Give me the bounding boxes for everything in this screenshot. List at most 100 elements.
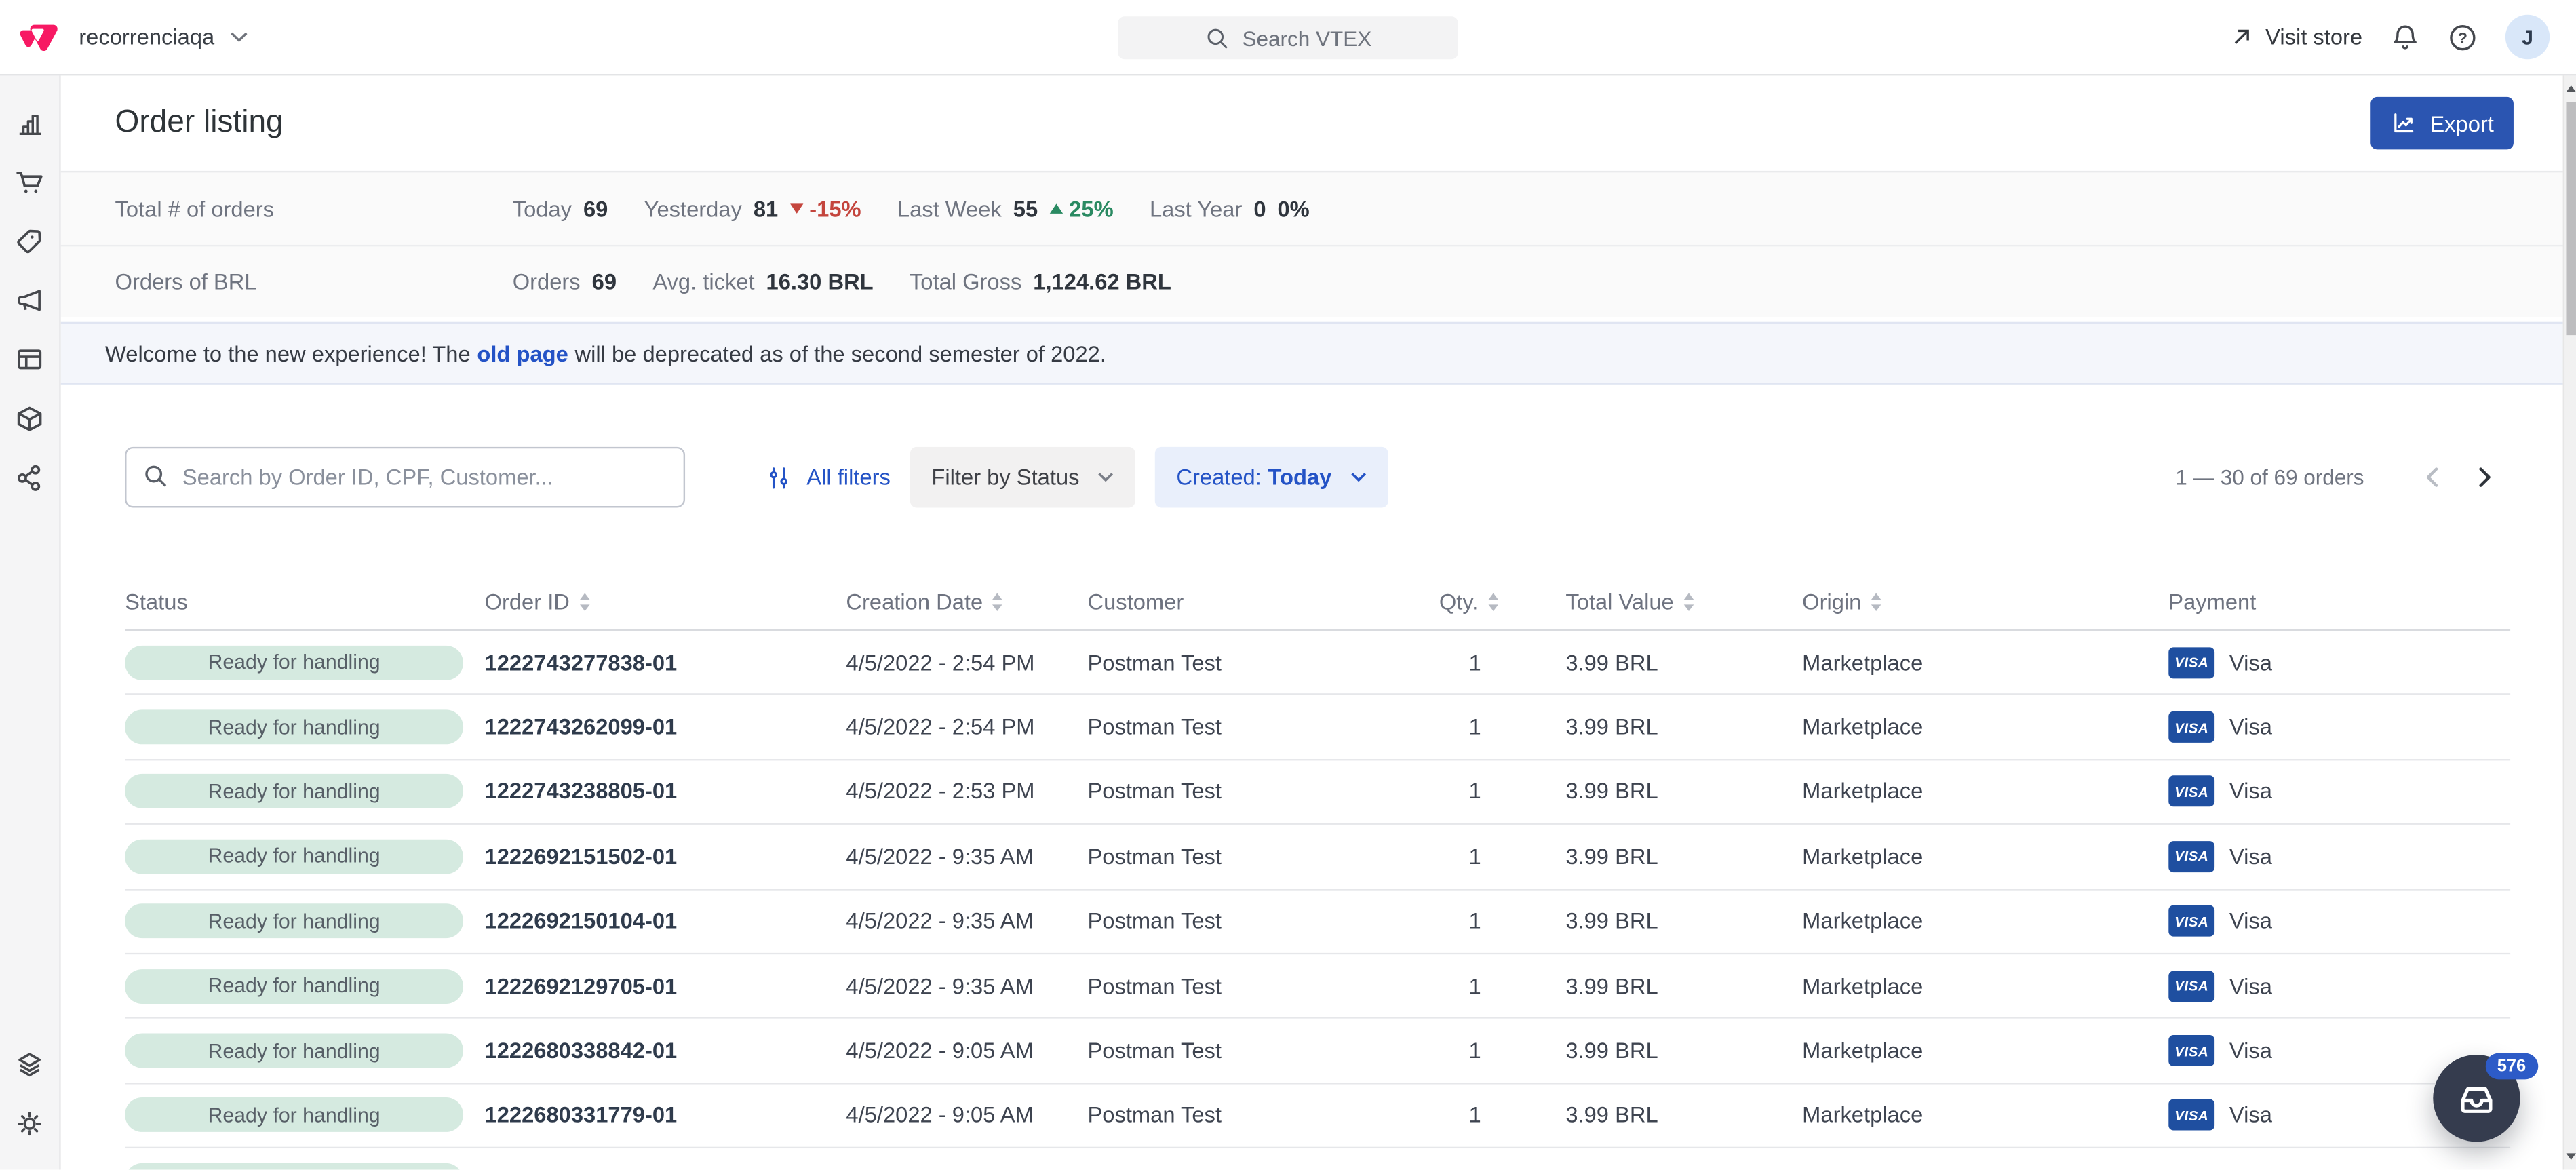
column-header-qty[interactable]: Qty. <box>1439 590 1566 615</box>
order-id: 1222680331779-01 <box>485 1103 846 1127</box>
sidebar-item-logistics-cube[interactable] <box>0 389 60 448</box>
account-switcher[interactable]: recorrenciaqa <box>79 24 247 49</box>
payment: VISAVisa <box>2168 971 2510 1002</box>
table-row[interactable]: Ready for handling 1222680338842-01 4/5/… <box>125 1019 2510 1084</box>
visa-icon: VISA <box>2168 905 2214 937</box>
table-row[interactable]: Ready for handling 1222743238805-01 4/5/… <box>125 760 2510 825</box>
stats-row-orders-brl: Orders of BRL Orders 69 Avg. ticket 16.3… <box>61 245 2563 317</box>
delta-down: -15% <box>789 196 861 220</box>
quantity: 1 <box>1439 1038 1566 1063</box>
scrollbar-thumb[interactable] <box>2566 102 2576 335</box>
filter-toolbar: All filters Filter by Status Created: To… <box>125 447 2510 508</box>
order-id: 1222743262099-01 <box>485 715 846 739</box>
notifications-bell-icon[interactable] <box>2390 22 2420 52</box>
global-search[interactable]: Search VTEX <box>1118 16 1458 59</box>
column-header-origin[interactable]: Origin <box>1802 590 2168 615</box>
table-row[interactable]: Ready for handling 1222680331779-01 4/5/… <box>125 1084 2510 1148</box>
creation-date: 4/5/2022 - 9:05 AM <box>846 1038 1087 1063</box>
payment-label: Visa <box>2229 1038 2272 1063</box>
visa-icon: VISA <box>2168 1035 2214 1066</box>
sidebar-item-storefront-layout[interactable] <box>0 330 60 389</box>
sort-icon <box>993 593 1003 610</box>
column-header-payment: Payment <box>2168 590 2510 615</box>
sidebar-item-orders[interactable] <box>0 153 60 212</box>
filter-by-status-dropdown[interactable]: Filter by Status <box>910 447 1135 508</box>
payment: VISAVisa <box>2168 776 2510 807</box>
stats-row-total-orders: Total # of orders Today 69 Yesterday 81 … <box>61 172 2563 245</box>
orders-search-input[interactable] <box>125 447 685 508</box>
main-content: Order listing Export Total # of orders T… <box>61 75 2563 1170</box>
creation-date: 4/5/2022 - 2:53 PM <box>846 779 1087 804</box>
table-row[interactable]: Ready for handling 1222692150104-01 4/5/… <box>125 890 2510 954</box>
pagination-prev-button[interactable] <box>2405 467 2458 488</box>
inbox-count-badge: 576 <box>2486 1053 2537 1080</box>
quantity: 1 <box>1439 715 1566 739</box>
column-header-creation-date[interactable]: Creation Date <box>846 590 1087 615</box>
vtex-logo-icon <box>20 20 58 54</box>
origin: Marketplace <box>1802 1103 2168 1127</box>
status-badge: Ready for handling <box>125 904 463 939</box>
scrollbar-down-arrow[interactable] <box>2566 1154 2576 1161</box>
order-id: 1222692151502-01 <box>485 844 846 869</box>
origin: Marketplace <box>1802 779 2168 804</box>
sidebar-item-analytics[interactable] <box>0 94 60 153</box>
export-button[interactable]: Export <box>2370 97 2514 150</box>
old-page-link[interactable]: old page <box>477 341 568 366</box>
sort-icon <box>1683 593 1694 610</box>
chevron-down-icon <box>1097 471 1114 483</box>
scrollbar-up-arrow[interactable] <box>2566 85 2576 92</box>
column-header-order-id[interactable]: Order ID <box>485 590 846 615</box>
column-header-status: Status <box>125 590 484 615</box>
status-badge: Ready for handling <box>125 839 463 874</box>
sidebar-item-apps-layers[interactable] <box>0 1036 60 1095</box>
sidebar-item-marketing-megaphone[interactable] <box>0 271 60 330</box>
quantity: 1 <box>1439 650 1566 674</box>
origin: Marketplace <box>1802 1038 2168 1063</box>
order-id: 1222692129705-01 <box>485 973 846 998</box>
user-avatar[interactable]: J <box>2505 15 2550 59</box>
total-value: 3.99 BRL <box>1565 650 1802 674</box>
table-row[interactable]: Ready for handling 1222692151502-01 4/5/… <box>125 825 2510 889</box>
status-badge: Ready for handling <box>125 969 463 1003</box>
payment: VISAVisa <box>2168 647 2510 678</box>
table-row[interactable]: Ready for handling 1222692129705-01 4/5/… <box>125 954 2510 1019</box>
sidebar-item-integrations-share[interactable] <box>0 448 60 507</box>
payment: VISAVisa <box>2168 905 2510 937</box>
status-badge: Ready for handling <box>125 775 463 809</box>
total-value: 3.99 BRL <box>1565 1038 1802 1063</box>
creation-date: 4/5/2022 - 2:54 PM <box>846 715 1087 739</box>
payment-label: Visa <box>2229 973 2272 998</box>
payment: VISA Visa <box>2168 841 2510 872</box>
order-id: 1222743238805-01 <box>485 779 846 804</box>
table-row[interactable]: Ready for handling 1222743277838-01 4/5/… <box>125 631 2510 695</box>
visa-icon: VISA <box>2168 1099 2214 1131</box>
orders-panel: All filters Filter by Status Created: To… <box>61 447 2563 1170</box>
all-filters-button[interactable]: All filters <box>766 464 891 490</box>
sidebar-item-settings-gear[interactable] <box>0 1095 60 1154</box>
sidebar-item-products-tag[interactable] <box>0 212 60 271</box>
created-filter-dropdown[interactable]: Created: Today <box>1155 447 1388 508</box>
payment-label: Visa <box>2229 715 2272 739</box>
total-value: 3.99 BRL <box>1565 844 1802 869</box>
total-value: 3.99 BRL <box>1565 973 1802 998</box>
page-header: Order listing Export <box>61 75 2563 170</box>
topbar-actions: Visit store ? J <box>2229 15 2576 59</box>
origin: Marketplace <box>1802 973 2168 998</box>
pagination-next-button[interactable] <box>2458 467 2511 488</box>
payment-label: Visa <box>2229 844 2272 869</box>
help-icon[interactable]: ? <box>2448 22 2478 52</box>
page-title: Order listing <box>115 105 284 141</box>
stats-row-label: Total # of orders <box>115 196 513 220</box>
customer: Postman Test <box>1087 973 1439 998</box>
visa-icon: VISA <box>2168 841 2214 872</box>
visit-store-button[interactable]: Visit store <box>2229 24 2362 49</box>
quantity: 1 <box>1439 973 1566 998</box>
table-row-partial[interactable]: Ready for handling <box>125 1148 2510 1170</box>
column-header-total-value[interactable]: Total Value <box>1565 590 1802 615</box>
status-badge: Ready for handling <box>125 645 463 680</box>
metric-total-gross: Total Gross 1,124.62 BRL <box>910 269 1171 294</box>
table-row[interactable]: Ready for handling 1222743262099-01 4/5/… <box>125 696 2510 760</box>
column-header-customer: Customer <box>1087 590 1439 615</box>
customer: Postman Test <box>1087 844 1439 869</box>
external-link-icon <box>2229 24 2254 49</box>
